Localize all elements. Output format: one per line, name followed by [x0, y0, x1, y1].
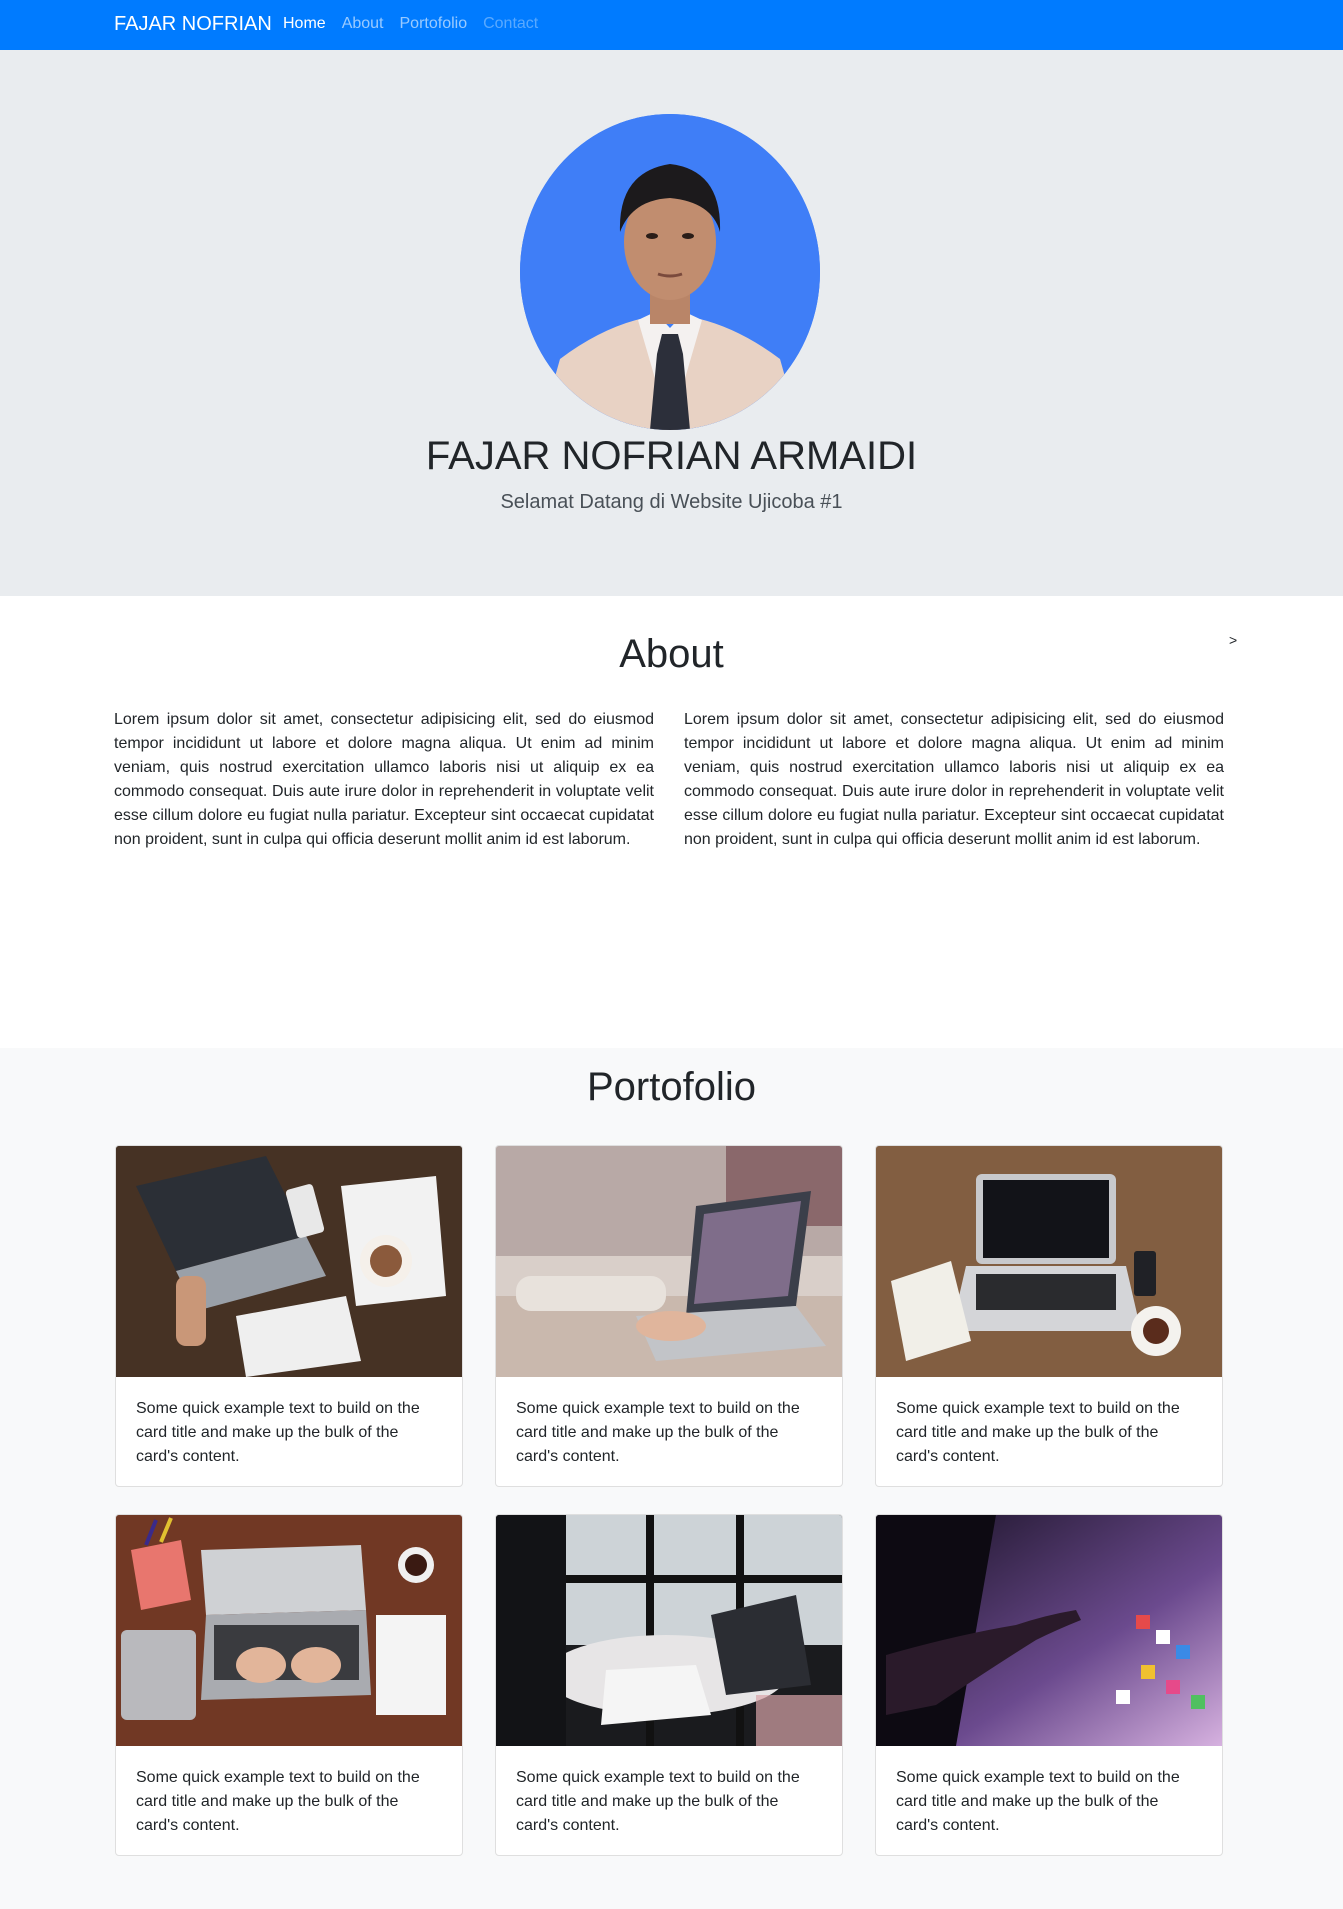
card-image-laptop-window [496, 1515, 842, 1746]
about-paragraph-right: Lorem ipsum dolor sit amet, consectetur … [684, 711, 1224, 848]
about-paragraph-left: Lorem ipsum dolor sit amet, consectetur … [114, 711, 654, 848]
hero-subtitle: Selamat Datang di Website Ujicoba #1 [500, 491, 843, 513]
stray-caret-text: > [1229, 632, 1238, 648]
navbar-nav: Home About Portofolio Contact [283, 14, 554, 34]
portfolio-section: Portofolio Some quick example text to bu… [0, 1048, 1343, 1909]
card-text: Some quick example text to build on the … [136, 1400, 420, 1465]
portfolio-card[interactable]: Some quick example text to build on the … [495, 1514, 843, 1856]
portfolio-card[interactable]: Some quick example text to build on the … [875, 1145, 1223, 1487]
card-text: Some quick example text to build on the … [516, 1769, 800, 1834]
portfolio-card[interactable]: Some quick example text to build on the … [115, 1514, 463, 1856]
card-text: Some quick example text to build on the … [896, 1400, 1180, 1465]
portfolio-card[interactable]: Some quick example text to build on the … [495, 1145, 843, 1487]
card-text: Some quick example text to build on the … [896, 1769, 1180, 1834]
about-section: About > Lorem ipsum dolor sit amet, cons… [0, 596, 1343, 1048]
nav-link-home[interactable]: Home [283, 14, 326, 34]
profile-avatar [520, 114, 820, 430]
hero-name: FAJAR NOFRIAN ARMAIDI [425, 434, 918, 478]
card-image-macbook-table [876, 1146, 1222, 1377]
nav-link-contact[interactable]: Contact [483, 14, 538, 34]
nav-link-about[interactable]: About [342, 14, 384, 34]
portfolio-card[interactable]: Some quick example text to build on the … [115, 1145, 463, 1487]
profile-photo [520, 114, 820, 430]
navbar: FAJAR NOFRIAN Home About Portofolio Cont… [0, 0, 1343, 50]
navbar-brand[interactable]: FAJAR NOFRIAN [114, 12, 272, 36]
card-image-laptop-calculator [116, 1515, 462, 1746]
hero-jumbotron: FAJAR NOFRIAN ARMAIDI Selamat Datang di … [0, 50, 1343, 596]
card-image-hand-screen [876, 1515, 1222, 1746]
card-image-desk-laptop [116, 1146, 462, 1377]
about-title: About [619, 632, 724, 676]
portfolio-title: Portofolio [587, 1065, 756, 1109]
card-image-typing-laptop [496, 1146, 842, 1377]
card-text: Some quick example text to build on the … [516, 1400, 800, 1465]
nav-link-portofolio[interactable]: Portofolio [400, 14, 468, 34]
portfolio-card[interactable]: Some quick example text to build on the … [875, 1514, 1223, 1856]
card-text: Some quick example text to build on the … [136, 1769, 420, 1834]
